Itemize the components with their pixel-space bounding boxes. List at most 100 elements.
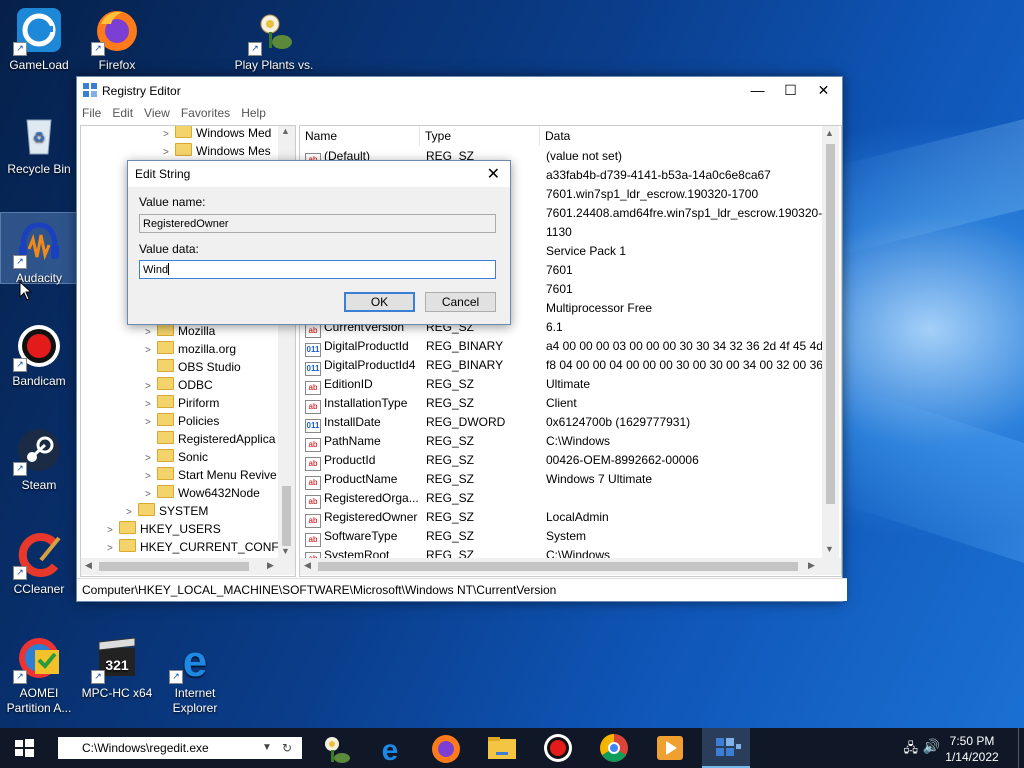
desktop-icon-gameload[interactable]: ↗ GameLoad xyxy=(1,0,77,76)
scroll-down-arrow-icon[interactable]: ▼ xyxy=(281,546,290,556)
taskbar-firefox[interactable] xyxy=(422,728,470,768)
menu-favorites[interactable]: Favorites xyxy=(176,104,236,120)
minimize-button[interactable]: — xyxy=(741,77,774,104)
value-type-cell: REG_SZ xyxy=(426,510,475,524)
table-row[interactable]: 011 DigitalProductId4 REG_BINARY f8 04 00 0… xyxy=(300,356,824,376)
tree-item[interactable]: > Policies xyxy=(145,412,219,430)
scroll-up-arrow-icon[interactable]: ▲ xyxy=(825,128,834,138)
taskbar-chrome[interactable] xyxy=(590,728,638,768)
taskbar-plants-vs-zombies[interactable] xyxy=(312,728,360,768)
tree-item[interactable]: > Windows Mes xyxy=(163,142,271,160)
maximize-button[interactable]: ☐ xyxy=(774,77,807,104)
table-row[interactable]: ab RegisteredOwner REG_SZ LocalAdmin xyxy=(300,508,820,528)
scroll-thumb[interactable] xyxy=(282,486,291,546)
close-button[interactable]: ✕ xyxy=(807,77,840,104)
taskbar-registry-editor[interactable] xyxy=(702,728,750,768)
edit-string-dialog[interactable]: Edit String ✕ Value name: RegisteredOwne… xyxy=(127,160,511,325)
scroll-thumb[interactable] xyxy=(826,144,835,504)
scroll-thumb[interactable] xyxy=(99,562,249,571)
tree-item[interactable]: > ODBC xyxy=(145,376,213,394)
table-row[interactable]: ab InstallationType REG_SZ Client xyxy=(300,394,820,414)
table-row[interactable]: ab PathName REG_SZ C:\Windows xyxy=(300,432,820,452)
desktop-icon-bandicam[interactable]: ↗ Bandicam xyxy=(1,316,77,392)
address-run-box[interactable]: C:\Windows\regedit.exe ▼ ↻ xyxy=(58,737,302,759)
clock[interactable]: 7:50 PM 1/14/2022 xyxy=(944,733,1000,765)
scroll-thumb[interactable] xyxy=(318,562,798,571)
table-row[interactable]: ab ProductId REG_SZ 00426-OEM-8992662-00006 xyxy=(300,451,820,471)
value-name-cell: ab EditionID xyxy=(305,375,418,395)
table-row[interactable]: ab SoftwareType REG_SZ System xyxy=(300,527,820,547)
scroll-up-arrow-icon[interactable]: ▲ xyxy=(281,126,290,136)
value-name-text: RegisteredOrga... xyxy=(324,491,418,505)
value-name-text: InstallationType xyxy=(324,396,408,410)
tree-item[interactable]: > Windows Med xyxy=(163,126,271,142)
table-row[interactable]: ab RegisteredOrga... REG_SZ xyxy=(300,489,820,509)
tree-item[interactable]: > Start Menu Revive xyxy=(145,466,277,484)
dialog-title-bar[interactable]: Edit String ✕ xyxy=(128,161,510,187)
taskbar-file-explorer[interactable] xyxy=(478,728,526,768)
folder-icon xyxy=(157,341,174,354)
tree-item[interactable]: > HKEY_USERS xyxy=(107,520,221,538)
desktop-icon-aomei[interactable]: ↗ AOMEI Partition A... xyxy=(1,628,77,718)
column-header-type[interactable]: Type xyxy=(420,126,540,146)
tree-item[interactable]: > Sonic xyxy=(145,448,208,466)
menu-help[interactable]: Help xyxy=(236,104,272,120)
cancel-button[interactable]: Cancel xyxy=(425,292,496,312)
value-name-field[interactable]: RegisteredOwner xyxy=(139,214,496,233)
scroll-left-arrow-icon[interactable]: ◀ xyxy=(85,560,92,571)
table-row[interactable]: ab ProductName REG_SZ Windows 7 Ultimate xyxy=(300,470,820,490)
taskbar-media-player[interactable] xyxy=(646,728,694,768)
list-vertical-scrollbar[interactable]: ▲ ▼ xyxy=(822,126,839,558)
tree-item[interactable]: > HKEY_CURRENT_CONFIG xyxy=(107,538,291,556)
expand-arrow-icon[interactable]: > xyxy=(107,540,119,558)
list-horizontal-scrollbar[interactable]: ◀ ▶ xyxy=(300,558,841,575)
table-row[interactable]: 011 DigitalProductId REG_BINARY a4 00 00 00… xyxy=(300,337,824,357)
tree-item[interactable]: > SYSTEM xyxy=(126,502,208,520)
network-icon[interactable]: 🖧 xyxy=(904,739,919,761)
tree-horizontal-scrollbar[interactable]: ◀ ▶ xyxy=(81,558,295,575)
value-type-cell: REG_SZ xyxy=(426,491,475,505)
tree-item[interactable]: > Piriform xyxy=(145,394,219,412)
value-data-cell: f8 04 00 00 04 00 00 00 30 00 30 00 34 0… xyxy=(546,358,824,372)
window-title: Registry Editor xyxy=(102,84,181,98)
scroll-down-arrow-icon[interactable]: ▼ xyxy=(825,544,834,554)
desktop-icon-firefox[interactable]: ↗ Firefox xyxy=(79,0,155,76)
dialog-close-icon[interactable]: ✕ xyxy=(487,164,500,184)
desktop-icon-recycle-bin[interactable]: ♻ Recycle Bin xyxy=(1,104,77,180)
svg-text:♻: ♻ xyxy=(33,129,46,145)
desktop-icon-audacity[interactable]: ↗ Audacity xyxy=(0,212,78,285)
table-row[interactable]: 011 InstallDate REG_DWORD 0x6124700b (16297… xyxy=(300,413,820,433)
edge-icon: e xyxy=(382,734,399,767)
desktop-icon-steam[interactable]: ↗ Steam xyxy=(1,420,77,496)
taskbar-edge[interactable]: e xyxy=(366,728,414,768)
show-desktop-button[interactable] xyxy=(1018,728,1024,768)
registry-editor-window[interactable]: Registry Editor — ☐ ✕ File Edit View Favori… xyxy=(76,76,847,602)
scroll-left-arrow-icon[interactable]: ◀ xyxy=(304,560,311,571)
desktop-icon-ccleaner[interactable]: ↗ CCleaner xyxy=(1,524,77,600)
tree-item[interactable]: > mozilla.org xyxy=(145,340,236,358)
value-data-input[interactable]: Wind xyxy=(139,260,496,279)
title-bar[interactable]: Registry Editor — ☐ ✕ xyxy=(77,77,842,104)
tree-item[interactable]: OBS Studio xyxy=(145,358,241,376)
column-header-name[interactable]: Name xyxy=(300,126,420,146)
run-path-text: C:\Windows\regedit.exe xyxy=(82,741,209,755)
taskbar-bandicam[interactable] xyxy=(534,728,582,768)
scroll-right-arrow-icon[interactable]: ▶ xyxy=(808,560,815,571)
desktop-icon-plants-vs-zombies[interactable]: ↗ Play Plants vs. xyxy=(232,0,316,76)
chevron-down-icon[interactable]: ▼ xyxy=(262,737,272,759)
start-button[interactable] xyxy=(0,728,48,768)
value-data-label: Value data: xyxy=(139,242,199,256)
menu-view[interactable]: View xyxy=(139,104,176,120)
desktop-icon-mpc-hc[interactable]: 321 ↗ MPC-HC x64 xyxy=(79,628,155,704)
refresh-icon[interactable]: ↻ xyxy=(282,737,292,759)
table-row[interactable]: ab EditionID REG_SZ Ultimate xyxy=(300,375,820,395)
volume-icon[interactable]: 🔊 xyxy=(923,738,940,755)
column-header-data[interactable]: Data xyxy=(540,126,825,146)
desktop-icon-internet-explorer[interactable]: e ↗ Internet Explorer xyxy=(157,628,233,718)
tree-item[interactable]: RegisteredApplica xyxy=(145,430,275,448)
ok-button[interactable]: OK xyxy=(344,292,415,312)
menu-file[interactable]: File xyxy=(77,104,107,120)
tree-item[interactable]: > Wow6432Node xyxy=(145,484,260,502)
scroll-right-arrow-icon[interactable]: ▶ xyxy=(267,560,274,571)
menu-edit[interactable]: Edit xyxy=(107,104,139,120)
